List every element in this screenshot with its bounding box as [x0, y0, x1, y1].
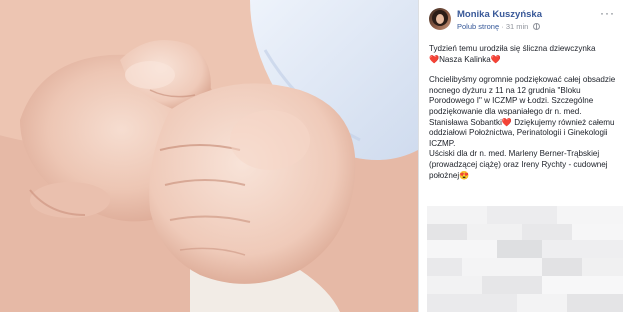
post-line: ICZMP. — [429, 138, 456, 148]
post-paragraph: Chcielibyśmy ogromnie podziękować całej … — [429, 75, 619, 181]
author-avatar[interactable] — [429, 8, 451, 30]
post-line: podziękowanie dla wspaniałego dr n. med. — [429, 106, 582, 116]
meta-separator: · — [501, 22, 504, 31]
post-line: Chcielibyśmy ogromnie podziękować całej … — [429, 75, 616, 85]
post-line: Porodowego I" w ICZMP w Łodzi. Szczególn… — [429, 96, 594, 106]
post-line: oddziałowi Położnictwa, Perinatologii i … — [429, 128, 608, 138]
pixelated-region — [427, 206, 623, 312]
post-line: Tydzień temu urodziła się śliczna dziewc… — [429, 44, 596, 53]
post-line: Stanisława Sobantki❤️ Dziękujemy również… — [429, 117, 615, 127]
post-paragraph: Tydzień temu urodziła się śliczna dziewc… — [429, 44, 619, 65]
post-meta: Polub stronę · 31 min — [457, 22, 541, 31]
post-line: ❤️Nasza Kalinka❤️ — [429, 54, 501, 64]
post-line: (prowadzącej ciążę) oraz Ireny Rychty - … — [429, 159, 608, 169]
globe-icon — [533, 23, 541, 30]
post-line: nocnego dyżuru z 11 na 12 grudnia "Bloku — [429, 85, 581, 95]
more-options-button[interactable]: ··· — [600, 6, 615, 20]
baby-hands-photo — [0, 0, 418, 312]
post-photo[interactable] — [0, 0, 418, 312]
post-line: położnej😍 — [429, 170, 470, 180]
post-line: Uściski dla dr n. med. Marleny Berner-Tr… — [429, 149, 600, 159]
like-page-link[interactable]: Polub stronę — [457, 22, 499, 31]
author-name[interactable]: Monika Kuszyńska — [457, 9, 542, 20]
post-time[interactable]: 31 min — [506, 22, 529, 31]
post-panel: Monika Kuszyńska Polub stronę · 31 min ·… — [418, 0, 623, 312]
post-text: Tydzień temu urodziła się śliczna dziewc… — [429, 44, 619, 191]
facebook-post-lightbox: Monika Kuszyńska Polub stronę · 31 min ·… — [0, 0, 623, 312]
